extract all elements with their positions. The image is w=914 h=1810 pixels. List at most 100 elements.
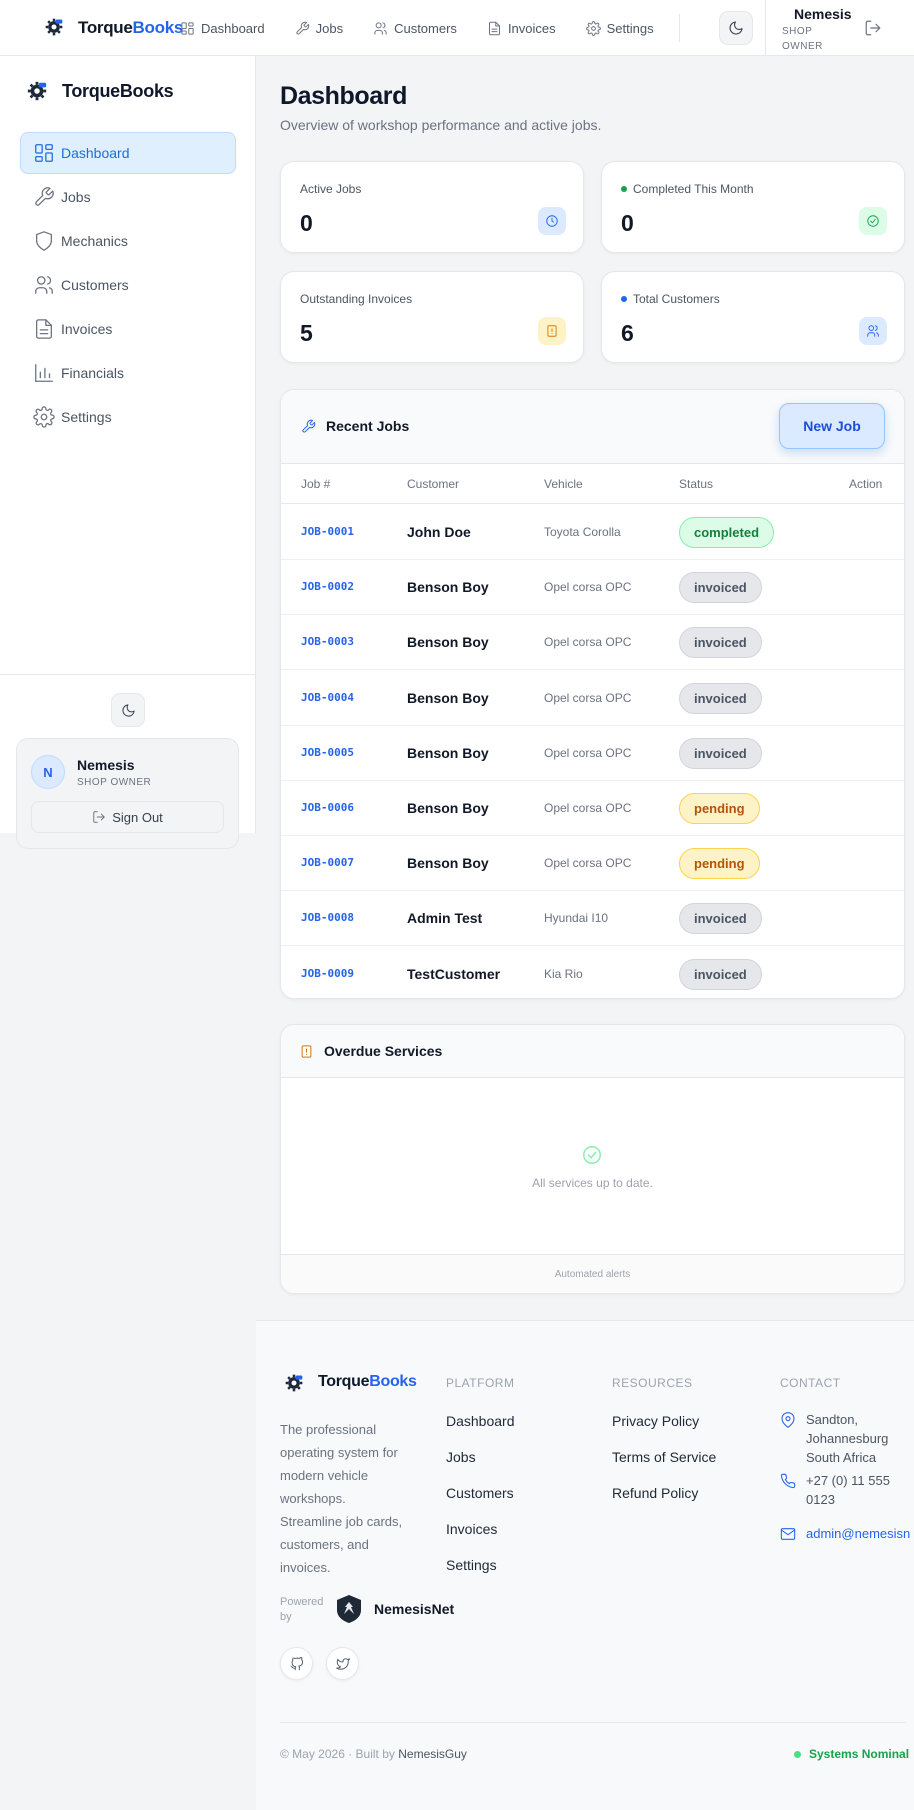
github-button[interactable] — [280, 1647, 313, 1680]
new-job-button[interactable]: New Job — [779, 403, 885, 449]
navbar-divider — [679, 14, 680, 42]
job-number-link[interactable]: JOB-0003 — [301, 635, 354, 648]
status-badge: completed — [679, 517, 775, 548]
col-header-vehicle: Vehicle — [544, 477, 583, 491]
job-number-link[interactable]: JOB-0007 — [301, 856, 354, 869]
table-row[interactable]: JOB-0005 Benson Boy Opel corsa OPC invoiced — [281, 726, 904, 781]
stat-value: 0 — [300, 210, 313, 236]
col-header-customer: Customer — [407, 477, 460, 491]
twitter-button[interactable] — [326, 1647, 359, 1680]
table-row[interactable]: JOB-0009 TestCustomer Kia Rio invoiced — [281, 947, 904, 998]
topnav-dashboard-label: Dashboard — [201, 20, 265, 36]
mail-icon — [780, 1528, 796, 1540]
job-number-link[interactable]: JOB-0001 — [301, 525, 354, 538]
table-row[interactable]: JOB-0002 Benson Boy Opel corsa OPC invoiced — [281, 560, 904, 616]
author-link[interactable]: NemesisGuy — [398, 1747, 467, 1761]
table-row[interactable]: JOB-0003 Benson Boy Opel corsa OPC invoiced — [281, 615, 904, 671]
logout-icon[interactable] — [864, 19, 882, 37]
status-badge: invoiced — [679, 627, 762, 659]
status-badge: invoiced — [679, 572, 762, 604]
customer-name: Benson Boy — [407, 689, 489, 706]
stat-label-text: Completed This Month — [633, 182, 754, 196]
sidebar-item-label: Customers — [61, 277, 129, 293]
navbar-divider — [765, 0, 766, 56]
gear-car-logo-icon[interactable] — [26, 80, 48, 102]
status-badge: pending — [679, 848, 760, 880]
footer-description: The professional operating system for mo… — [280, 1422, 403, 1575]
footer-link-dashboard[interactable]: Dashboard — [446, 1413, 515, 1429]
vehicle-name: Hyundai I10 — [544, 911, 609, 926]
topnav-dashboard[interactable]: Dashboard — [180, 21, 265, 36]
contact-address-text: Sandton, Johannesburg South Africa — [806, 1412, 889, 1465]
page-subtitle: Overview of workshop performance and act… — [280, 117, 602, 133]
topnav-settings-label: Settings — [606, 20, 654, 36]
user-menu[interactable]: Nemesis SHOP OWNER — [782, 6, 852, 54]
stat-icon-box — [859, 207, 887, 235]
status-badge: invoiced — [679, 737, 762, 769]
partner-name[interactable]: NemesisNet — [374, 1601, 454, 1617]
job-number-link[interactable]: JOB-0004 — [301, 691, 354, 704]
footer-link-privacy[interactable]: Privacy Policy — [612, 1413, 699, 1429]
table-row[interactable]: JOB-0004 Benson Boy Opel corsa OPC invoiced — [281, 671, 904, 726]
col-header-job: Job # — [301, 477, 331, 491]
footer-link-refund[interactable]: Refund Policy — [612, 1485, 698, 1501]
footer-link-terms[interactable]: Terms of Service — [612, 1449, 716, 1465]
col-header-action: Action — [849, 477, 883, 491]
job-number-link[interactable]: JOB-0006 — [301, 801, 354, 814]
footer-resources-heading: RESOURCES — [612, 1376, 693, 1390]
sidebar-item-mechanics[interactable]: Mechanics — [20, 220, 236, 262]
footer-link-jobs[interactable]: Jobs — [446, 1449, 476, 1465]
stat-card-total-customers: Total Customers 6 — [601, 271, 905, 363]
nemesisnet-logo-icon[interactable] — [336, 1594, 362, 1624]
job-number-link[interactable]: JOB-0009 — [301, 967, 354, 980]
job-number-link[interactable]: JOB-0008 — [301, 911, 354, 924]
brand-name[interactable]: TorqueBooks — [78, 18, 183, 38]
sidebar-brand-name[interactable]: TorqueBooks — [62, 81, 174, 102]
sidebar-item-invoices[interactable]: Invoices — [20, 308, 236, 350]
top-nav: Dashboard Jobs Customers Invoices Settin… — [180, 0, 684, 56]
footer-brand-name[interactable]: TorqueBooks — [318, 1373, 417, 1391]
sidebar-menu: Dashboard Jobs Mechanics Customers Invoi… — [20, 132, 236, 440]
topnav-settings[interactable]: Settings — [585, 20, 654, 36]
job-number-link[interactable]: JOB-0005 — [301, 746, 354, 759]
sidebar-item-jobs[interactable]: Jobs — [20, 176, 236, 218]
topnav-invoices[interactable]: Invoices — [487, 21, 556, 36]
job-number-link[interactable]: JOB-0002 — [301, 580, 354, 593]
shield-icon — [36, 231, 52, 251]
table-row[interactable]: JOB-0006 Benson Boy Opel corsa OPC pending — [281, 781, 904, 836]
file-icon — [488, 21, 500, 35]
contact-phone[interactable]: +27 (0) 11 555 0123 — [780, 1471, 890, 1509]
topnav-jobs[interactable]: Jobs — [295, 21, 343, 36]
table-row[interactable]: JOB-0001 John Doe Toyota Corolla completed — [281, 505, 904, 560]
footer-link-invoices[interactable]: Invoices — [446, 1521, 497, 1537]
table-row[interactable]: JOB-0008 Admin Test Hyundai I10 invoiced — [281, 891, 904, 947]
stat-card-active-jobs: Active Jobs 0 — [280, 161, 584, 253]
check-circle-icon — [867, 215, 879, 227]
dashboard-icon — [181, 21, 194, 35]
topnav-customers[interactable]: Customers — [373, 21, 457, 36]
theme-toggle-button[interactable] — [719, 11, 753, 45]
theme-toggle-button[interactable] — [111, 693, 145, 727]
vehicle-name: Opel corsa OPC — [544, 690, 632, 705]
contact-email[interactable]: admin@nemesisn — [780, 1524, 910, 1543]
footer-link-customers[interactable]: Customers — [446, 1485, 514, 1501]
footer-link-settings[interactable]: Settings — [446, 1557, 497, 1573]
contact-address: Sandton, Johannesburg South Africa — [780, 1410, 888, 1467]
sidebar-item-financials[interactable]: Financials — [20, 352, 236, 394]
sidebar-item-customers[interactable]: Customers — [20, 264, 236, 306]
overdue-empty-message: All services up to date. — [532, 1176, 653, 1190]
stat-icon-box — [538, 207, 566, 235]
overdue-footer: Automated alerts — [281, 1254, 904, 1293]
gear-car-logo-icon[interactable] — [284, 1373, 304, 1393]
customer-name: TestCustomer — [407, 965, 501, 982]
file-icon — [36, 319, 52, 339]
sidebar-item-dashboard[interactable]: Dashboard — [20, 132, 236, 174]
sidebar-item-settings[interactable]: Settings — [20, 396, 236, 438]
alert-file-icon — [301, 1044, 312, 1058]
avatar: N — [31, 755, 65, 789]
sign-out-button[interactable]: Sign Out — [31, 801, 224, 833]
table-row[interactable]: JOB-0007 Benson Boy Opel corsa OPC pending — [281, 836, 904, 892]
recent-jobs-title-text: Recent Jobs — [326, 418, 410, 434]
gear-icon — [33, 406, 55, 428]
gear-car-logo-icon[interactable] — [44, 17, 64, 37]
